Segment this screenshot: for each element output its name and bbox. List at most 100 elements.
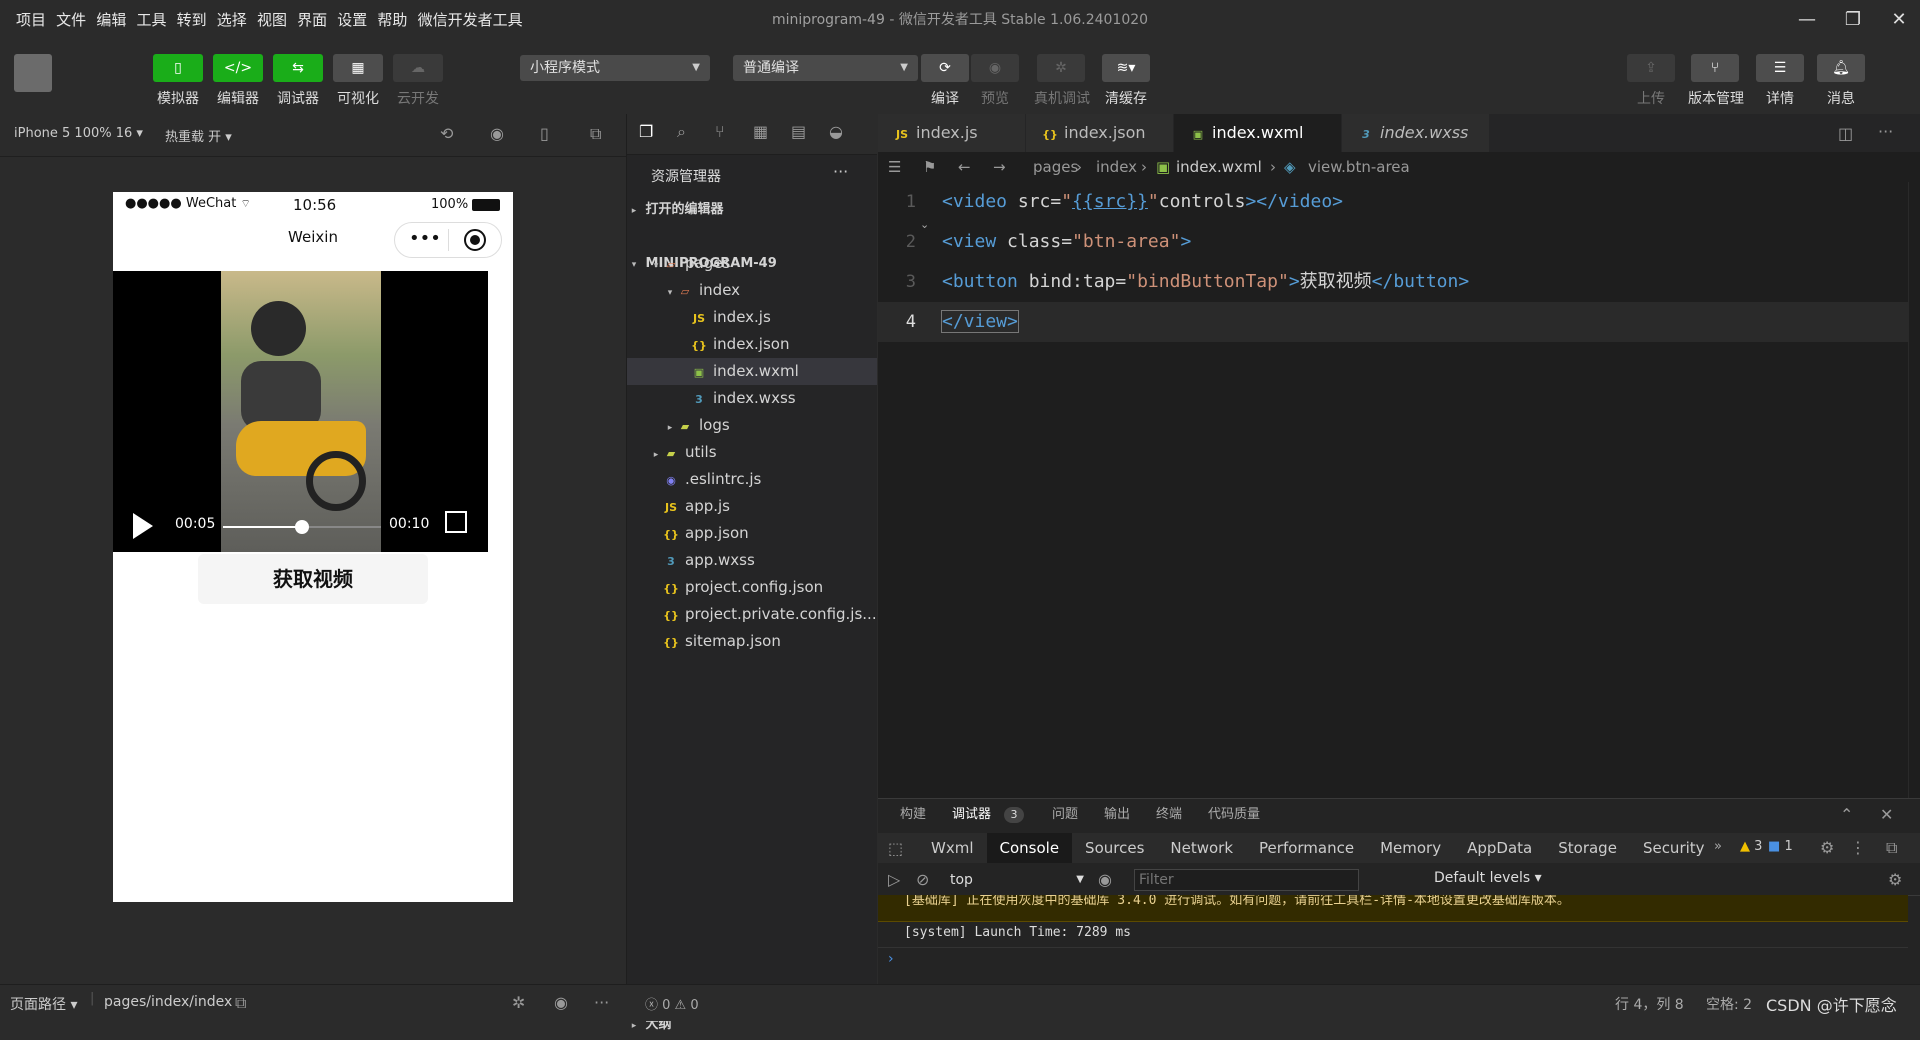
close-panel-icon[interactable]: ✕ xyxy=(1880,799,1893,831)
tab-storage[interactable]: Storage xyxy=(1545,833,1630,863)
eye-icon[interactable]: ◉ xyxy=(1098,870,1112,889)
menu-view[interactable]: 视图 xyxy=(257,0,287,40)
problems-count[interactable]: ⓧ 0 ⚠ 0 xyxy=(645,994,699,1013)
tab-console[interactable]: Console xyxy=(986,833,1073,863)
search-icon[interactable]: ⌕ xyxy=(677,122,686,142)
dock-icon[interactable]: ⧉ xyxy=(1886,838,1897,858)
collapse-panel-icon[interactable]: ⌃ xyxy=(1840,799,1853,831)
tree-item[interactable]: ◉ .eslintrc.js xyxy=(627,466,877,493)
clear-console-icon[interactable]: ⊘ xyxy=(916,870,929,889)
clear-cache-button[interactable]: ≋▾ xyxy=(1102,54,1150,82)
video-progress-knob[interactable] xyxy=(295,520,309,534)
breadcrumb-item[interactable]: index.wxml xyxy=(1176,152,1262,182)
fold-icon[interactable]: ⌄ xyxy=(920,218,929,231)
tab-output[interactable]: 输出 xyxy=(1104,799,1130,831)
chevron-icon[interactable]: ▸ xyxy=(649,442,663,469)
tab-index-js[interactable]: JS index.js xyxy=(878,114,1026,152)
minimize-button[interactable]: — xyxy=(1790,6,1824,34)
tree-item[interactable]: ▸ ▰ utils xyxy=(627,439,877,466)
tree-item[interactable]: 3 app.wxss xyxy=(627,547,877,574)
tab-appdata[interactable]: AppData xyxy=(1454,833,1545,863)
extensions-icon[interactable]: ▦ xyxy=(753,122,768,141)
menu-select[interactable]: 选择 xyxy=(217,0,247,40)
tab-terminal[interactable]: 终端 xyxy=(1156,799,1182,831)
tree-item[interactable]: ▾ ▱ pages xyxy=(627,250,877,277)
open-editors-section[interactable]: ▸ 打开的编辑器 xyxy=(627,196,877,223)
simulator-toggle-button[interactable]: ▯ xyxy=(153,54,203,82)
tree-item[interactable]: JS app.js xyxy=(627,493,877,520)
more-tabs-icon[interactable]: » xyxy=(1714,839,1722,854)
debugger-toggle-button[interactable]: ⇆ xyxy=(273,54,323,82)
messages-button[interactable]: 🔔︎ xyxy=(1817,54,1865,82)
bookmark-icon[interactable]: ⚑ xyxy=(923,152,936,182)
eye-icon[interactable]: ◉ xyxy=(554,993,568,1012)
menu-interface[interactable]: 界面 xyxy=(297,0,327,40)
preview-button[interactable]: ◉ xyxy=(971,54,1019,82)
details-button[interactable]: ☰ xyxy=(1756,54,1804,82)
more-icon[interactable]: ••• xyxy=(409,228,441,249)
tab-memory[interactable]: Memory xyxy=(1367,833,1454,863)
compile-select[interactable]: 普通编译 ▼ xyxy=(733,55,918,81)
chevron-icon[interactable]: ▸ xyxy=(663,415,677,442)
more-icon[interactable]: ··· xyxy=(594,993,609,1012)
split-editor-icon[interactable]: ◫ xyxy=(1838,124,1853,143)
tab-sources[interactable]: Sources xyxy=(1072,833,1157,863)
filter-input[interactable] xyxy=(1134,869,1359,891)
rotate-icon[interactable]: ⟲ xyxy=(440,124,453,143)
detach-icon[interactable]: ⧉ xyxy=(590,124,601,144)
gear-icon[interactable]: ⚙ xyxy=(1820,838,1834,857)
cursor-position[interactable]: 行 4，列 8 xyxy=(1615,994,1684,1014)
back-icon[interactable]: ← xyxy=(958,152,971,182)
menu-goto[interactable]: 转到 xyxy=(177,0,207,40)
video-player[interactable]: 00:05 00:10 xyxy=(113,271,488,552)
storage-icon[interactable]: ▤ xyxy=(791,122,806,141)
tree-item[interactable]: {} app.json xyxy=(627,520,877,547)
tab-build[interactable]: 构建 xyxy=(900,799,926,831)
tab-problems[interactable]: 问题 xyxy=(1052,799,1078,831)
device-select[interactable]: iPhone 5 100% 16 ▾ xyxy=(14,126,143,141)
tab-code-quality[interactable]: 代码质量 xyxy=(1208,799,1260,831)
info-count[interactable]: ■ 1 xyxy=(1768,839,1793,854)
tab-performance[interactable]: Performance xyxy=(1246,833,1367,863)
inspect-icon[interactable]: ⬚ xyxy=(888,839,903,858)
copy-icon[interactable]: ⧉ xyxy=(235,993,246,1013)
tree-item[interactable]: ▾ ▱ index xyxy=(627,277,877,304)
play-icon[interactable] xyxy=(133,513,153,539)
tab-debugger[interactable]: 调试器 xyxy=(952,799,991,831)
page-path-select[interactable]: 页面路径 ▾ xyxy=(10,994,77,1014)
tab-security[interactable]: Security xyxy=(1630,833,1718,863)
menu-devtools[interactable]: 微信开发者工具 xyxy=(418,0,523,40)
stop-icon[interactable]: ◉ xyxy=(490,124,504,143)
tree-item[interactable]: 3 index.wxss xyxy=(627,385,877,412)
compile-button[interactable]: ⟳ xyxy=(921,54,969,82)
mode-select[interactable]: 小程序模式 ▼ xyxy=(520,55,710,81)
tree-item[interactable]: {} project.config.json xyxy=(627,574,877,601)
tab-index-wxml[interactable]: ▣index.wxml ✕ xyxy=(1174,114,1342,182)
list-icon[interactable]: ☰ xyxy=(888,152,901,182)
bug-icon[interactable]: ✲ xyxy=(512,993,525,1012)
menu-edit[interactable]: 编辑 xyxy=(96,0,126,40)
maximize-button[interactable]: ❐ xyxy=(1836,6,1870,34)
tab-index-json[interactable]: {} index.json xyxy=(1026,114,1174,152)
close-capsule-icon[interactable] xyxy=(464,229,486,251)
tree-item[interactable]: {} sitemap.json xyxy=(627,628,877,655)
breadcrumb-item[interactable]: index xyxy=(1096,152,1137,182)
editor-toggle-button[interactable]: </> xyxy=(213,54,263,82)
tree-item[interactable]: {} index.json xyxy=(627,331,877,358)
kebab-icon[interactable]: ⋮ xyxy=(1850,838,1866,857)
tab-network[interactable]: Network xyxy=(1157,833,1246,863)
indent-setting[interactable]: 空格: 2 xyxy=(1706,994,1752,1014)
breadcrumb-item[interactable]: pages xyxy=(1033,152,1078,182)
get-video-button[interactable]: 获取视频 xyxy=(198,554,428,604)
console-settings-icon[interactable]: ⚙ xyxy=(1888,870,1902,889)
tab-wxml[interactable]: Wxml xyxy=(918,833,987,863)
avatar[interactable] xyxy=(14,54,52,92)
editor-more-icon[interactable]: ··· xyxy=(1878,122,1893,141)
upload-button[interactable]: ⇪ xyxy=(1627,54,1675,82)
files-icon[interactable]: ❐ xyxy=(639,122,653,141)
editor-scrollbar[interactable] xyxy=(1908,182,1920,798)
warn-count[interactable]: ▲ 3 xyxy=(1740,839,1762,854)
code-area[interactable]: 1 2 3 4 ⌄ <video src="{{src}}"controls><… xyxy=(878,182,1920,798)
docker-icon[interactable]: ◒ xyxy=(829,122,843,141)
tree-item[interactable]: {} project.private.config.js... xyxy=(627,601,877,628)
